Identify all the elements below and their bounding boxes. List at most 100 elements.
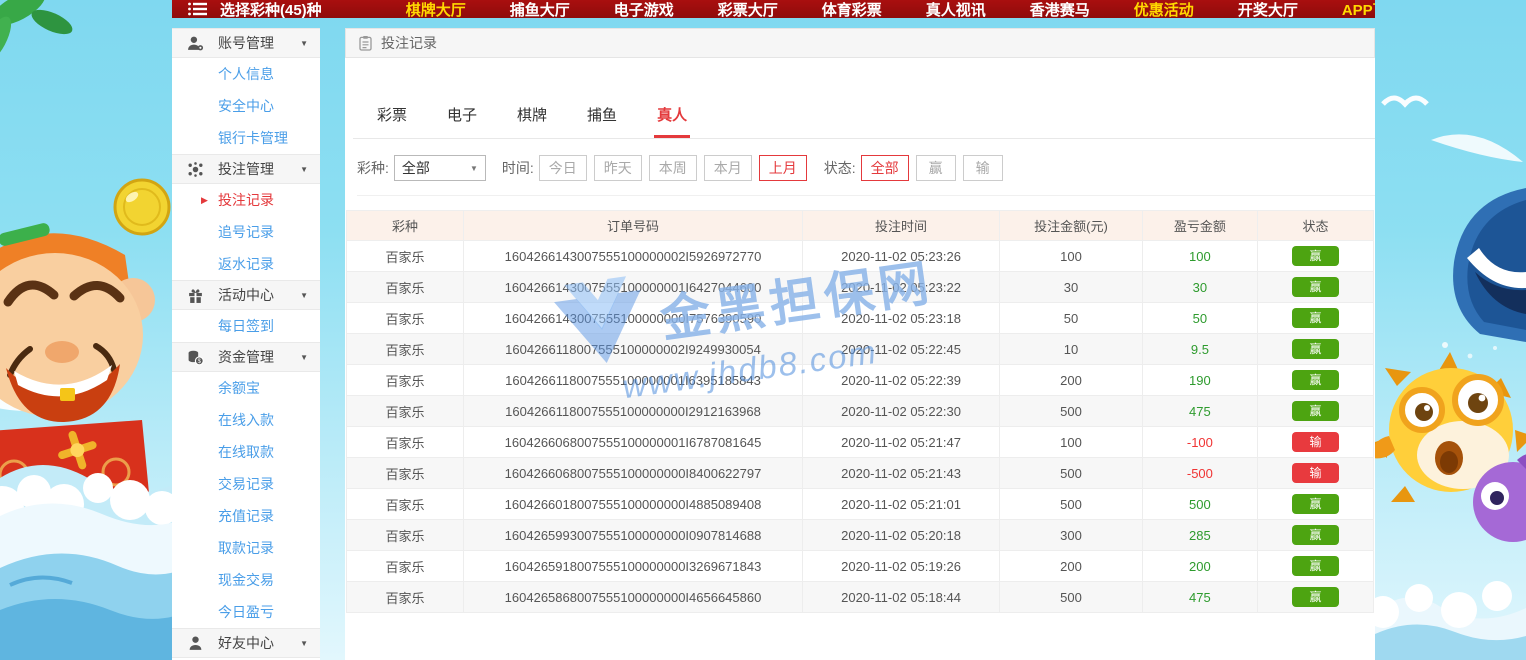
sidebar-item[interactable]: ▶投注记录 <box>172 184 320 216</box>
leaves <box>0 0 76 68</box>
cell-amount: 500 <box>1000 396 1143 427</box>
time-filter-button[interactable]: 上月 <box>759 155 807 181</box>
cell-time: 2020-11-02 05:23:26 <box>802 241 999 272</box>
sidebar-section-title: 资金管理 <box>218 347 274 367</box>
status-filter-button[interactable]: 赢 <box>916 155 956 181</box>
status-filter-buttons: 全部赢输 <box>861 155 1010 181</box>
time-filter-button[interactable]: 本周 <box>649 155 697 181</box>
sidebar-item[interactable]: 交易记录 <box>172 468 320 500</box>
cell-profit: 200 <box>1142 551 1257 582</box>
cell-time: 2020-11-02 05:23:22 <box>802 272 999 303</box>
sidebar: 账号管理▼个人信息安全中心银行卡管理投注管理▼▶投注记录追号记录返水记录活动中心… <box>172 28 320 660</box>
sidebar-item-label: 交易记录 <box>218 476 274 492</box>
chevron-down-icon: ▼ <box>300 39 308 48</box>
cell-status: 赢 <box>1257 334 1373 365</box>
sidebar-item-label: 取款记录 <box>218 540 274 556</box>
sidebar-section-header[interactable]: 活动中心▼ <box>172 280 320 310</box>
sidebar-item[interactable]: 现金交易 <box>172 564 320 596</box>
sidebar-item[interactable]: 余额宝 <box>172 372 320 404</box>
chevron-down-icon: ▼ <box>300 353 308 362</box>
chevron-down-icon: ▼ <box>300 639 308 648</box>
time-filter-label: 时间: <box>502 158 534 178</box>
cell-amount: 500 <box>1000 489 1143 520</box>
cell-profit: 100 <box>1142 241 1257 272</box>
tab-1[interactable]: 电子 <box>444 94 480 138</box>
sidebar-section-title: 账号管理 <box>218 33 274 53</box>
cell-amount: 30 <box>1000 272 1143 303</box>
cell-order-no: 1604265918007555100000000I3269671843 <box>464 551 803 582</box>
nav-item[interactable]: 彩票大厅 <box>718 0 778 18</box>
lottery-type-select[interactable]: 全部 ▼ <box>394 155 486 181</box>
cell-time: 2020-11-02 05:21:47 <box>802 427 999 458</box>
sidebar-item[interactable]: 返水记录 <box>172 248 320 280</box>
cell-status: 赢 <box>1257 551 1373 582</box>
sidebar-item[interactable]: 个人信息 <box>172 58 320 90</box>
cell-status: 赢 <box>1257 365 1373 396</box>
cell-order-no: 1604266018007555100000000I4885089408 <box>464 489 803 520</box>
column-header: 彩种 <box>347 211 464 241</box>
cell-game: 百家乐 <box>347 489 464 520</box>
sidebar-item[interactable]: 每日签到 <box>172 310 320 342</box>
sidebar-section-title: 投注管理 <box>218 159 274 179</box>
cell-order-no: 1604266118007555100000001I6395185843 <box>464 365 803 396</box>
status-filter-button[interactable]: 全部 <box>861 155 909 181</box>
cell-game: 百家乐 <box>347 458 464 489</box>
tab-0[interactable]: 彩票 <box>374 94 410 138</box>
sidebar-item[interactable]: 在线入款 <box>172 404 320 436</box>
status-badge: 赢 <box>1292 370 1339 390</box>
sidebar-section-header[interactable]: 投注管理 ▼ <box>172 154 320 184</box>
sidebar-item[interactable]: 在线取款 <box>172 436 320 468</box>
tab-4[interactable]: 真人 <box>654 94 690 138</box>
nav-item[interactable]: 真人视讯 <box>926 0 986 18</box>
time-filter-button[interactable]: 今日 <box>539 155 587 181</box>
nav-item[interactable]: 优惠活动 <box>1134 0 1194 18</box>
friends-icon <box>187 634 205 652</box>
sidebar-item[interactable]: 取款记录 <box>172 532 320 564</box>
status-filter-button[interactable]: 输 <box>963 155 1003 181</box>
chevron-down-icon: ▼ <box>300 165 308 174</box>
sidebar-section-header[interactable]: $ 资金管理 ▼ <box>172 342 320 372</box>
nav-item[interactable]: 棋牌大厅 <box>406 0 466 18</box>
lottery-select[interactable]: 选择彩种(45)种 <box>220 0 322 18</box>
sidebar-item-label: 现金交易 <box>218 572 274 588</box>
nav-item[interactable]: APP下载 <box>1342 0 1375 18</box>
status-filter-label: 状态: <box>824 158 856 178</box>
status-badge: 赢 <box>1292 525 1339 545</box>
nav-item[interactable]: 香港赛马 <box>1030 0 1090 18</box>
ocean-scene-right <box>1375 0 1526 660</box>
table-row: 百家乐1604265993007555100000000I09078146882… <box>347 520 1374 551</box>
coins-icon: $ <box>187 348 205 366</box>
tab-2[interactable]: 棋牌 <box>514 94 550 138</box>
nav-item[interactable]: 电子游戏 <box>614 0 674 18</box>
table-row: 百家乐1604266118007555100000002I92499300542… <box>347 334 1374 365</box>
sidebar-section-header[interactable]: 好友中心 ▼ <box>172 628 320 658</box>
sidebar-item-label: 追号记录 <box>218 224 274 240</box>
tab-3[interactable]: 捕鱼 <box>584 94 620 138</box>
sidebar-section-title: 活动中心 <box>218 285 274 305</box>
sidebar-item-label: 今日盈亏 <box>218 604 274 620</box>
nav-item[interactable]: 开奖大厅 <box>1238 0 1298 18</box>
nav-item[interactable]: 捕鱼大厅 <box>510 0 570 18</box>
sidebar-item[interactable]: 今日盈亏 <box>172 596 320 628</box>
sidebar-item[interactable]: 安全中心 <box>172 90 320 122</box>
menu-list-icon[interactable] <box>188 2 208 16</box>
sidebar-section-title: 好友中心 <box>218 633 274 653</box>
nav-item[interactable]: 体育彩票 <box>822 0 882 18</box>
sidebar-section-header[interactable]: 账号管理 ▼ <box>172 28 320 58</box>
cell-profit: 475 <box>1142 582 1257 613</box>
sidebar-item[interactable]: 追号记录 <box>172 216 320 248</box>
cell-order-no: 1604266143007555100000000I7576390590 <box>464 303 803 334</box>
main-panel: 投注记录 彩票电子棋牌捕鱼真人 彩种: 全部 ▼ 时间: 今日昨天本周本月上月 … <box>345 28 1375 660</box>
time-filter-button[interactable]: 本月 <box>704 155 752 181</box>
sidebar-item[interactable]: 充值记录 <box>172 500 320 532</box>
sidebar-item[interactable]: 银行卡管理 <box>172 122 320 154</box>
sidebar-item-label: 投注记录 <box>218 192 274 208</box>
cell-order-no: 1604266118007555100000002I9249930054 <box>464 334 803 365</box>
cell-status: 输 <box>1257 427 1373 458</box>
sidebar-item-label: 银行卡管理 <box>218 130 288 146</box>
table-row: 百家乐1604266118007555100000000I29121639682… <box>347 396 1374 427</box>
time-filter-button[interactable]: 昨天 <box>594 155 642 181</box>
cell-game: 百家乐 <box>347 582 464 613</box>
cell-status: 赢 <box>1257 272 1373 303</box>
cell-order-no: 1604265868007555100000000I4656645860 <box>464 582 803 613</box>
